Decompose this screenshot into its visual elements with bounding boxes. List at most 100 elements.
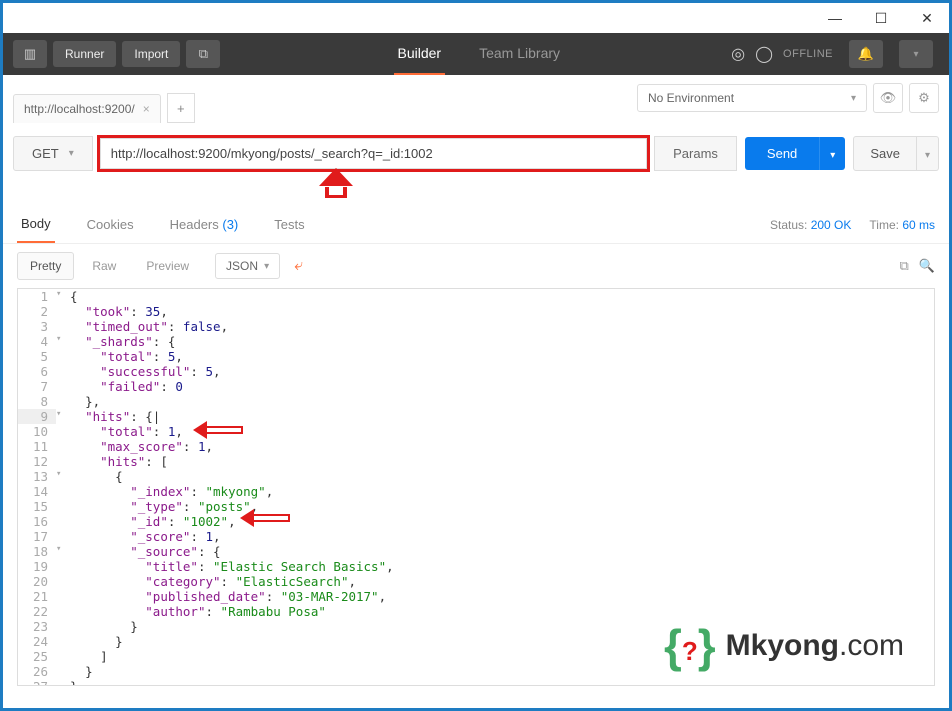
chevron-down-icon: ▾ (851, 93, 856, 104)
request-url-input[interactable] (100, 138, 647, 169)
environment-bar: No Environment ▾ 👁 ⚙ (627, 75, 949, 121)
line-number: 24 (18, 634, 56, 649)
sync-icon[interactable]: ◎ (731, 44, 745, 64)
tab-team-library[interactable]: Team Library (475, 33, 564, 75)
offline-label: OFFLINE (783, 48, 833, 60)
line-number: 21 (18, 589, 56, 604)
eye-icon: 👁 (880, 90, 897, 106)
line-number: 6 (18, 364, 56, 379)
line-number: 8 (18, 394, 56, 409)
format-select[interactable]: JSON ▾ (215, 253, 280, 279)
headers-label: Headers (170, 217, 219, 232)
line-number: 4 (18, 334, 56, 349)
http-method-select[interactable]: GET ▾ (13, 136, 93, 171)
chevron-down-icon: ▾ (925, 150, 930, 161)
raw-button[interactable]: Raw (80, 253, 128, 279)
tab-builder[interactable]: Builder (394, 33, 446, 75)
line-number: 26 (18, 664, 56, 679)
line-number: 7 (18, 379, 56, 394)
wrap-icon: ⤶ (294, 257, 303, 274)
line-number: 13 (18, 469, 56, 484)
environment-label: No Environment (648, 91, 734, 105)
environment-quicklook-button[interactable]: 👁 (873, 83, 903, 113)
new-window-icon: ⧉ (199, 46, 208, 62)
send-button[interactable]: Send (745, 137, 819, 170)
url-arrow-annotation (321, 174, 351, 202)
close-tab-icon[interactable]: × (143, 102, 150, 116)
pretty-button[interactable]: Pretty (17, 252, 74, 280)
environment-select[interactable]: No Environment ▾ (637, 84, 867, 112)
copy-button[interactable]: ⧉ (900, 258, 909, 274)
params-button[interactable]: Params (654, 136, 737, 171)
line-number: 1 (18, 289, 56, 304)
notifications-button[interactable]: 🔔 (849, 40, 883, 68)
chevron-down-icon: ▾ (913, 49, 918, 60)
brace-icon: {?} (664, 619, 716, 673)
url-highlight-annotation (97, 135, 650, 172)
runner-button[interactable]: Runner (53, 41, 116, 67)
cloud-icon[interactable]: ◯ (755, 44, 773, 64)
line-number: 12 (18, 454, 56, 469)
line-number: 17 (18, 529, 56, 544)
line-number: 27 (18, 679, 56, 686)
import-button[interactable]: Import (122, 41, 180, 67)
search-icon: 🔍 (919, 258, 935, 273)
chevron-down-icon: ▾ (830, 150, 835, 161)
resp-tab-body[interactable]: Body (17, 206, 55, 243)
line-number: 19 (18, 559, 56, 574)
toggle-sidebar-button[interactable]: ▥ (13, 40, 47, 68)
preview-button[interactable]: Preview (134, 253, 201, 279)
save-dropdown-button[interactable]: ▾ (917, 136, 939, 171)
response-tabs: Body Cookies Headers (3) Tests Status: 2… (3, 206, 949, 244)
request-tab[interactable]: http://localhost:9200/ × (13, 94, 161, 123)
resp-tab-cookies[interactable]: Cookies (83, 207, 138, 242)
status-value: 200 OK (811, 218, 852, 232)
environment-settings-button[interactable]: ⚙ (909, 83, 939, 113)
format-label: JSON (226, 259, 258, 273)
headers-count: (3) (222, 217, 238, 232)
window-close-button[interactable]: ✕ (913, 8, 941, 28)
line-number: 2 (18, 304, 56, 319)
line-number: 18 (18, 544, 56, 559)
resp-tab-tests[interactable]: Tests (270, 207, 308, 242)
response-body[interactable]: 1▾{ 2 "took": 35, 3 "timed_out": false, … (17, 288, 935, 686)
time-label: Time: (869, 218, 899, 232)
window-titlebar: — ☐ ✕ (3, 3, 949, 33)
gear-icon: ⚙ (918, 90, 930, 106)
resp-tab-headers[interactable]: Headers (3) (166, 207, 243, 242)
request-tab-title: http://localhost:9200/ (24, 102, 135, 116)
line-number: 9 (18, 409, 56, 424)
watermark-brand: Mkyong (726, 629, 839, 662)
window-minimize-button[interactable]: — (821, 8, 849, 28)
chevron-down-icon: ▾ (264, 261, 269, 272)
wrap-lines-button[interactable]: ⤶ (294, 257, 303, 275)
line-number: 16 (18, 514, 56, 529)
line-number: 14 (18, 484, 56, 499)
line-number: 11 (18, 439, 56, 454)
save-button[interactable]: Save (853, 136, 917, 171)
status-label: Status: (770, 218, 807, 232)
line-number: 3 (18, 319, 56, 334)
search-button[interactable]: 🔍 (919, 258, 935, 274)
window-maximize-button[interactable]: ☐ (867, 8, 895, 28)
watermark-domain: .com (839, 629, 904, 662)
line-number: 25 (18, 649, 56, 664)
dropdown-menu-button[interactable]: ▾ (899, 40, 933, 68)
chevron-down-icon: ▾ (69, 148, 74, 159)
line-number: 15 (18, 499, 56, 514)
response-meta: Status: 200 OK Time: 60 ms (770, 218, 935, 232)
new-window-button[interactable]: ⧉ (186, 40, 220, 68)
line-number: 5 (18, 349, 56, 364)
response-toolbar: Pretty Raw Preview JSON ▾ ⤶ ⧉ 🔍 (3, 244, 949, 288)
line-number: 20 (18, 574, 56, 589)
add-tab-button[interactable]: + (167, 93, 195, 123)
watermark-logo: {?} Mkyong.com (664, 619, 904, 673)
request-bar: GET ▾ Params Send ▾ Save ▾ (3, 123, 949, 186)
line-number: 22 (18, 604, 56, 619)
send-dropdown-button[interactable]: ▾ (819, 137, 845, 170)
line-number: 10 (18, 424, 56, 439)
http-method-label: GET (32, 146, 59, 161)
copy-icon: ⧉ (900, 258, 909, 273)
arrow-annotation-id (240, 511, 290, 527)
request-tab-bar: http://localhost:9200/ × + (3, 93, 627, 123)
